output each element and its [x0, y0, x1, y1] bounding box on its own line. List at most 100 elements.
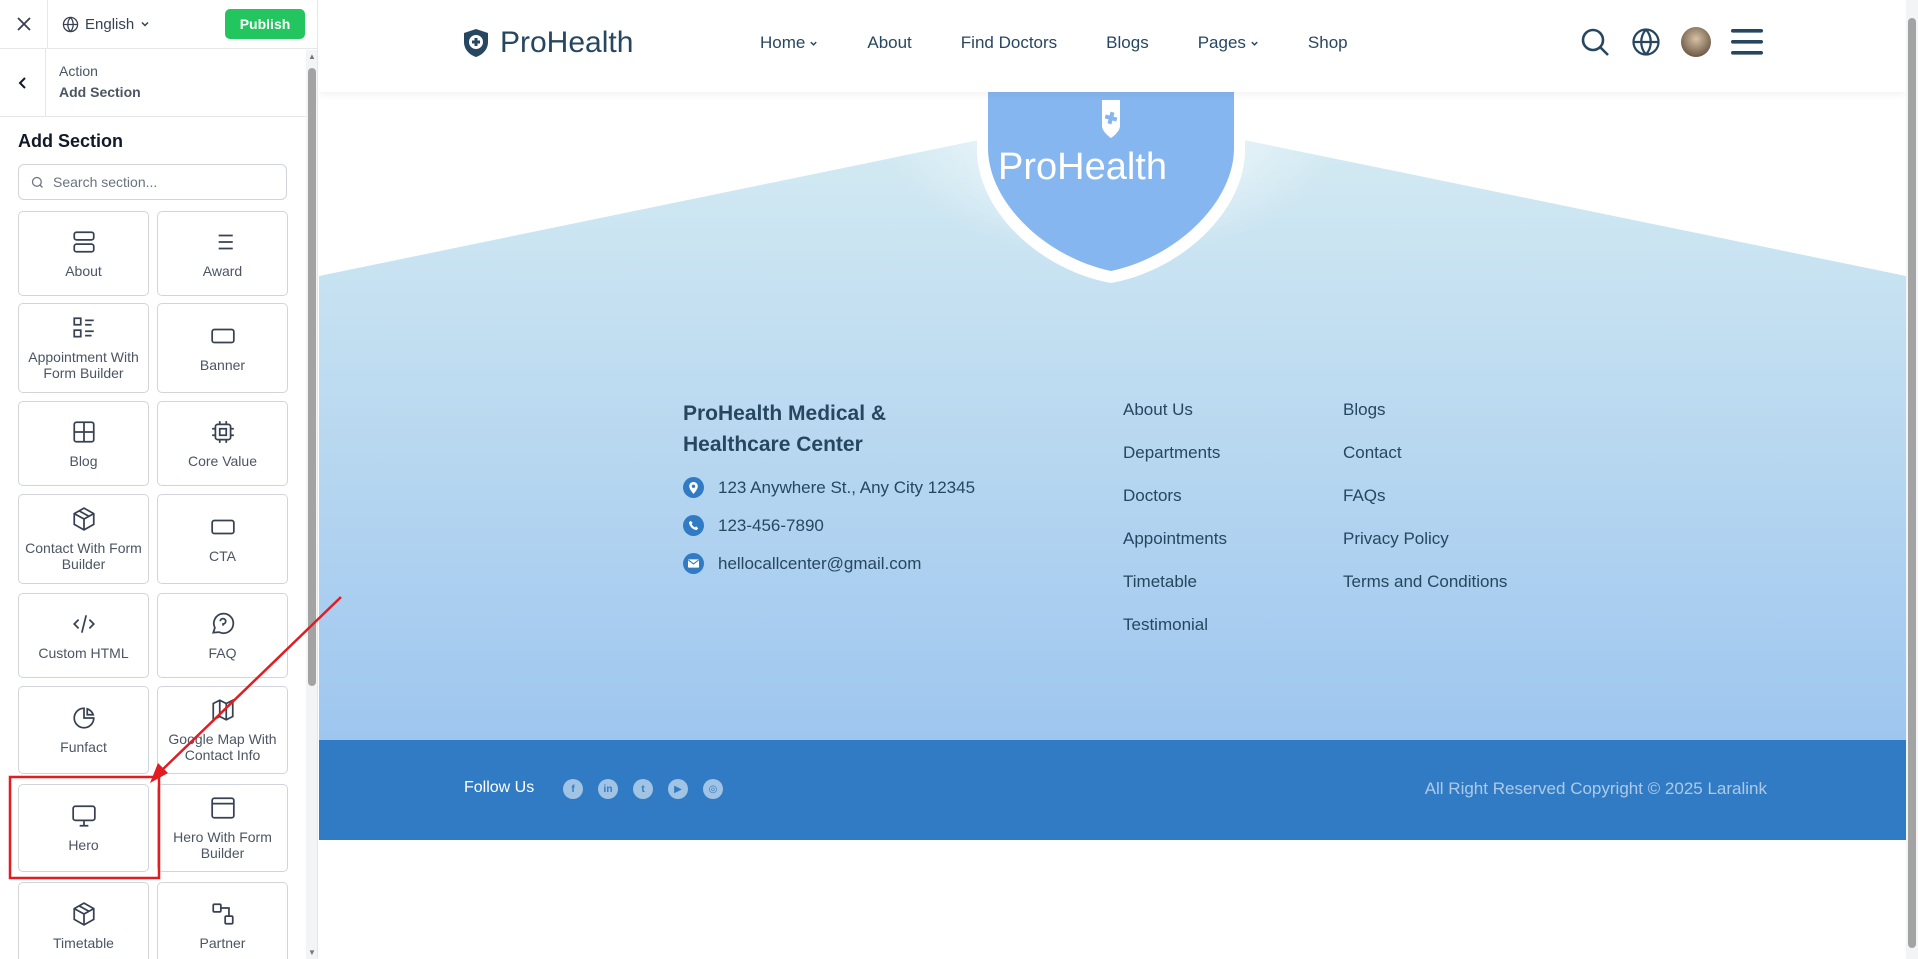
- cpu-icon: [211, 420, 234, 443]
- social-links: f in t ▶ ◎: [563, 779, 723, 799]
- footer-links-column-2: Blogs Contact FAQs Privacy Policy Terms …: [1343, 400, 1507, 615]
- youtube-icon[interactable]: ▶: [668, 779, 688, 799]
- mail-icon: [683, 553, 704, 574]
- help-bubble-icon: [211, 612, 234, 634]
- footer-link[interactable]: Terms and Conditions: [1343, 572, 1507, 615]
- section-card-label: Funfact: [60, 739, 107, 755]
- twitter-icon[interactable]: t: [633, 779, 653, 799]
- footer-link[interactable]: FAQs: [1343, 486, 1507, 529]
- section-card-blog[interactable]: Blog: [18, 401, 149, 486]
- breadcrumb: Action Add Section: [0, 49, 317, 117]
- map-icon: [211, 698, 234, 722]
- location-pin-icon: [683, 477, 704, 498]
- language-label: English: [85, 15, 135, 33]
- copyright-text: All Right Reserved Copyright © 2025 Lara…: [1424, 779, 1767, 798]
- close-icon: [16, 17, 31, 31]
- footer-contact-block: ProHealth Medical & Healthcare Center 12…: [683, 398, 975, 574]
- footer-link[interactable]: Appointments: [1123, 529, 1227, 572]
- section-card-label: FAQ: [208, 644, 237, 661]
- breadcrumb-parent[interactable]: Action: [59, 63, 141, 79]
- chevron-down-icon: [1251, 41, 1258, 46]
- nav-about[interactable]: About: [867, 33, 911, 53]
- page-scrollbar[interactable]: [1906, 0, 1918, 959]
- nav-shop[interactable]: Shop: [1308, 33, 1348, 53]
- section-card-partner[interactable]: Partner: [157, 882, 288, 959]
- section-card-appointment[interactable]: Appointment With Form Builder: [18, 303, 149, 393]
- section-card-banner[interactable]: Banner: [157, 303, 288, 393]
- globe-icon: [62, 16, 79, 32]
- footer-links-column-1: About Us Departments Doctors Appointment…: [1123, 400, 1227, 658]
- section-card-core-value[interactable]: Core Value: [157, 401, 288, 486]
- section-card-google-map[interactable]: Google Map With Contact Info: [157, 686, 288, 774]
- chevron-left-icon: [18, 77, 26, 89]
- nav-label: Shop: [1307, 33, 1348, 52]
- site-logo[interactable]: ProHealth: [462, 26, 633, 60]
- search-input[interactable]: [53, 174, 273, 190]
- monitor-icon: [71, 805, 96, 827]
- footer-link[interactable]: Departments: [1123, 443, 1227, 486]
- facebook-icon[interactable]: f: [563, 779, 583, 799]
- search-field[interactable]: [18, 164, 287, 200]
- section-card-hero[interactable]: Hero: [18, 784, 149, 872]
- scroll-down-arrow[interactable]: ▼: [308, 948, 316, 957]
- section-card-funfact[interactable]: Funfact: [18, 686, 149, 774]
- nav-blogs[interactable]: Blogs: [1106, 33, 1149, 53]
- section-title: Add Section: [18, 131, 124, 151]
- section-card-hero-form[interactable]: Hero With Form Builder: [157, 784, 288, 872]
- chevron-down-icon: [810, 41, 818, 46]
- section-card-label: Appointment With Form Builder: [28, 349, 139, 381]
- footer-link[interactable]: Blogs: [1343, 400, 1507, 443]
- panel-scrollbar[interactable]: ▲ ▼: [306, 50, 317, 959]
- footer-link[interactable]: Testimonial: [1123, 615, 1227, 658]
- nav-find-doctors[interactable]: Find Doctors: [961, 33, 1057, 53]
- section-card-timetable[interactable]: Timetable: [18, 882, 149, 959]
- section-card-label: Banner: [199, 357, 246, 373]
- section-card-cta[interactable]: CTA: [157, 494, 288, 584]
- phone-icon: [683, 515, 704, 536]
- section-card-label: Core Value: [187, 452, 257, 469]
- section-card-label: CTA: [209, 548, 236, 564]
- footer-link[interactable]: Privacy Policy: [1343, 529, 1507, 572]
- nav-label: Pages: [1197, 33, 1246, 52]
- footer-background: [319, 0, 1906, 740]
- linkedin-icon[interactable]: in: [598, 779, 618, 799]
- nav-home[interactable]: Home: [760, 33, 818, 53]
- breadcrumb-current: Add Section: [59, 84, 141, 100]
- hamburger-menu-icon[interactable]: [1731, 28, 1763, 56]
- footer-link[interactable]: About Us: [1123, 400, 1227, 443]
- builder-panel: English Publish Action Add Section Add S…: [0, 0, 318, 959]
- language-selector[interactable]: English: [62, 16, 150, 33]
- back-button[interactable]: [0, 49, 46, 117]
- avatar[interactable]: [1681, 27, 1711, 57]
- nav-pages[interactable]: Pages: [1198, 33, 1259, 53]
- section-card-label: Custom HTML: [38, 644, 129, 661]
- section-card-label: Blog: [69, 452, 98, 469]
- rectangle-icon: [210, 328, 235, 344]
- section-card-faq[interactable]: FAQ: [157, 593, 288, 678]
- list-icon: [212, 234, 233, 249]
- scroll-up-arrow[interactable]: ▲: [308, 52, 316, 61]
- globe-icon[interactable]: [1631, 27, 1661, 57]
- section-card-custom-html[interactable]: Custom HTML: [18, 593, 149, 678]
- footer-link[interactable]: Contact: [1343, 443, 1507, 486]
- nav-label: Blogs: [1106, 33, 1149, 52]
- close-button[interactable]: [0, 0, 48, 49]
- section-card-contact[interactable]: Contact With Form Builder: [18, 494, 149, 584]
- search-icon[interactable]: [1579, 26, 1611, 58]
- email-text[interactable]: hellocallcenter@gmail.com: [718, 554, 921, 574]
- center-name: ProHealth Medical & Healthcare Center: [683, 402, 887, 456]
- publish-button[interactable]: Publish: [225, 9, 305, 39]
- footer-link[interactable]: Doctors: [1123, 486, 1227, 529]
- section-card-award[interactable]: Award: [157, 211, 288, 296]
- instagram-icon[interactable]: ◎: [703, 779, 723, 799]
- section-card-label: Hero: [68, 837, 99, 853]
- phone-text[interactable]: 123-456-7890: [718, 516, 824, 536]
- footer-link[interactable]: Timetable: [1123, 572, 1227, 615]
- list-detail-icon: [72, 317, 94, 338]
- page-scroll-thumb[interactable]: [1908, 18, 1916, 948]
- main-nav: Home About Find Doctors Blogs Pages Shop: [760, 33, 1348, 53]
- panel-scroll-thumb[interactable]: [308, 68, 316, 686]
- section-card-about[interactable]: About: [18, 211, 149, 296]
- brand-name: ProHealth: [500, 26, 634, 59]
- code-icon: [72, 614, 95, 633]
